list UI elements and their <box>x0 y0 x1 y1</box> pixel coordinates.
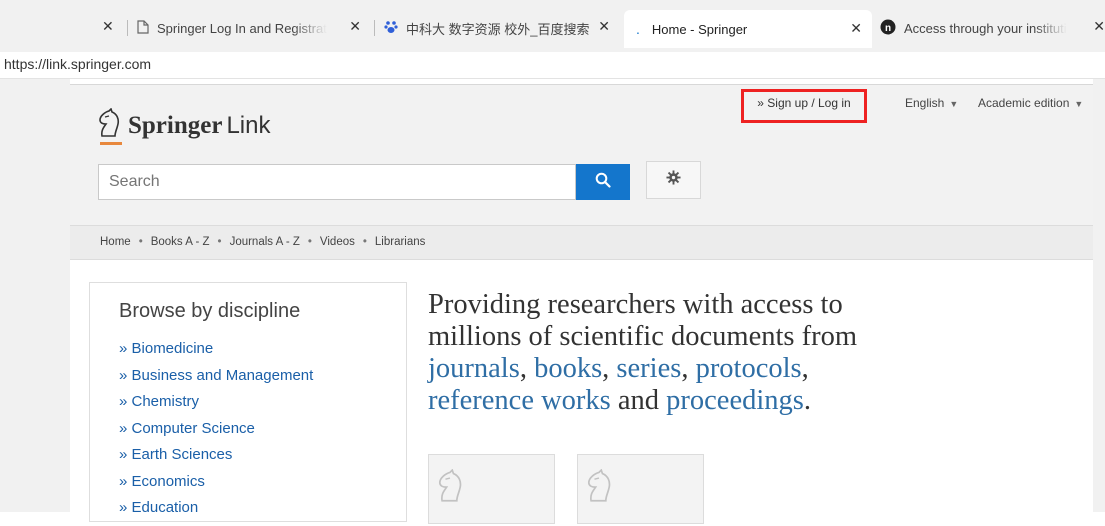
hero-link-series[interactable]: series <box>616 353 681 384</box>
browser-tab-baidu-search[interactable]: 中科大 数字资源 校外_百度搜索 ✕ <box>384 14 616 42</box>
language-label: English <box>905 96 945 110</box>
url-text[interactable]: https://link.springer.com <box>4 56 151 72</box>
nav-separator: • <box>307 236 312 248</box>
discipline-list: » Biomedicine » Business and Management … <box>119 340 313 526</box>
nav-separator: • <box>362 236 367 248</box>
loading-dot-icon: . <box>636 21 640 37</box>
baidu-paw-icon <box>384 20 398 37</box>
discipline-link-biomedicine[interactable]: » Biomedicine <box>119 340 313 367</box>
springer-horse-icon <box>584 468 614 508</box>
discipline-link-chemistry[interactable]: » Chemistry <box>119 393 313 420</box>
caret-down-icon: ▼ <box>949 99 959 109</box>
advanced-search-button[interactable] <box>646 161 701 199</box>
hero-line-4: reference works and proceedings. <box>428 385 1068 417</box>
hero-link-reference-works[interactable]: reference works <box>428 385 611 416</box>
discipline-link-business[interactable]: » Business and Management <box>119 367 313 394</box>
tab-close-icon[interactable]: ✕ <box>1093 18 1105 35</box>
nav-home[interactable]: Home <box>100 236 131 248</box>
hero-line-2: millions of scientific documents from <box>428 321 858 352</box>
address-bar[interactable]: https://link.springer.com <box>0 52 1105 79</box>
tab-label: Home - Springer <box>651 21 748 37</box>
nav-librarians[interactable]: Librarians <box>375 236 426 248</box>
tab-close-icon[interactable]: ✕ <box>850 20 862 37</box>
search-input[interactable] <box>98 164 576 200</box>
nav-separator: • <box>217 236 222 248</box>
access-logo-icon: n <box>880 19 896 38</box>
browser-tab-springer-login[interactable]: Springer Log In and Registrat ✕ <box>137 14 367 42</box>
caret-down-icon: ▼ <box>1074 99 1084 109</box>
hero-period: . <box>803 385 811 416</box>
hero-comma: , <box>801 353 809 384</box>
browser-tab-home-springer[interactable]: . Home - Springer ✕ <box>624 10 872 48</box>
discipline-link-earth-sciences[interactable]: » Earth Sciences <box>119 446 313 473</box>
tab-close-icon[interactable]: ✕ <box>349 18 361 35</box>
hero-line-3: journals, books, series, protocols, <box>428 353 1068 385</box>
hero-comma: , <box>519 353 527 384</box>
svg-text:n: n <box>885 23 891 34</box>
content-thumbnail[interactable] <box>577 454 704 524</box>
nav-books-a-z[interactable]: Books A - Z <box>151 236 210 248</box>
page-right-margin <box>1093 79 1105 512</box>
logo-accent-bar <box>100 142 122 145</box>
tab-label: Springer Log In and Registrat <box>157 20 327 36</box>
tab-separator <box>127 20 128 36</box>
gear-icon <box>666 170 681 190</box>
content-thumbnail[interactable] <box>428 454 555 524</box>
hero-comma: , <box>681 353 689 384</box>
nav-videos[interactable]: Videos <box>320 236 355 248</box>
search-button[interactable] <box>576 164 630 200</box>
search-icon <box>595 172 611 193</box>
logo-link-text: Link <box>226 111 271 139</box>
hero-line-1: Providing researchers with access to <box>428 289 843 320</box>
browser-tab-access-institution[interactable]: n Access through your instituti ✕ <box>880 14 1105 42</box>
nav-separator: • <box>138 236 143 248</box>
hero-and: and <box>617 385 660 416</box>
browser-tab-previous[interactable]: ✕ <box>94 14 124 42</box>
springerlink-logo[interactable]: Springer Link <box>96 107 271 143</box>
tab-label: 中科大 数字资源 校外_百度搜索 <box>406 21 590 37</box>
hero-link-proceedings[interactable]: proceedings <box>666 385 804 416</box>
signup-login-link[interactable]: » Sign up / Log in <box>741 89 867 123</box>
discipline-link-computer-science[interactable]: » Computer Science <box>119 420 313 447</box>
site-nav-links: Home • Books A - Z • Journals A - Z • Vi… <box>100 236 425 248</box>
discipline-link-education[interactable]: » Education <box>119 499 313 526</box>
logo-springer-text: Springer <box>128 111 223 139</box>
tab-label: Access through your instituti <box>904 20 1067 36</box>
springer-horse-icon <box>435 468 465 508</box>
hero-comma: , <box>602 353 610 384</box>
hero-link-protocols[interactable]: protocols <box>696 353 802 384</box>
springer-horse-icon <box>96 107 122 143</box>
tab-separator <box>374 20 375 36</box>
language-selector[interactable]: English ▼ <box>905 96 958 110</box>
hero-link-books[interactable]: books <box>534 353 602 384</box>
tab-close-icon[interactable]: ✕ <box>102 18 114 35</box>
page-left-margin <box>0 79 70 512</box>
edition-selector[interactable]: Academic edition ▼ <box>978 96 1083 110</box>
hero-headline: Providing researchers with access to mil… <box>428 289 1068 417</box>
discipline-link-economics[interactable]: » Economics <box>119 473 313 500</box>
page-icon <box>137 19 149 37</box>
edition-label: Academic edition <box>978 96 1070 110</box>
browse-title: Browse by discipline <box>119 300 301 322</box>
hero-link-journals[interactable]: journals <box>428 353 520 384</box>
nav-journals-a-z[interactable]: Journals A - Z <box>230 236 300 248</box>
tab-close-icon[interactable]: ✕ <box>598 18 610 35</box>
